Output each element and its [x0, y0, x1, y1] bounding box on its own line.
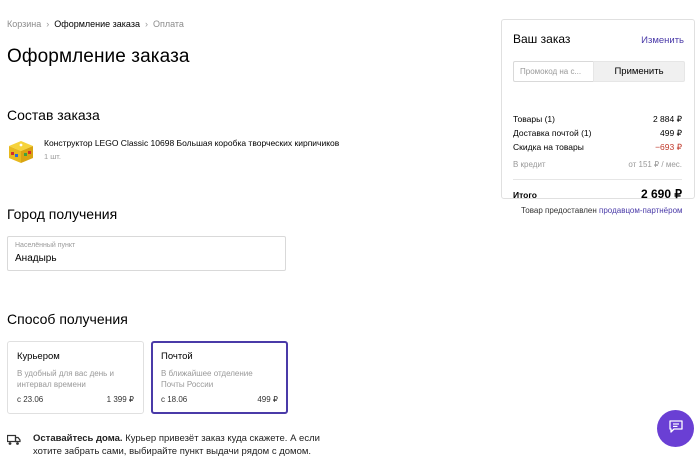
promo-code-input[interactable]	[513, 61, 593, 82]
city-field-label: Населённый пункт	[15, 242, 76, 249]
summary-row-value: 2 884 ₽	[652, 114, 682, 124]
breadcrumb-separator-icon: ›	[46, 19, 50, 29]
apply-promo-button[interactable]: Применить	[593, 61, 685, 82]
breadcrumb: Корзина › Оформление заказа › Оплата	[7, 19, 184, 29]
summary-rows: Товары (1) 2 884 ₽ Доставка почтой (1) 4…	[513, 114, 682, 156]
credit-label: В кредит	[513, 160, 546, 169]
seller-link[interactable]: продавцом-партнёром	[599, 206, 683, 215]
chat-icon	[668, 419, 683, 438]
edit-order-link[interactable]: Изменить	[641, 35, 684, 46]
summary-divider	[513, 179, 682, 180]
breadcrumb-separator-icon: ›	[144, 19, 148, 29]
city-section-title: Город получения	[7, 206, 118, 222]
chat-button[interactable]	[657, 410, 694, 447]
delivery-option-description: В удобный для вас день и интервал времен…	[17, 369, 114, 389]
summary-row-label: Доставка почтой (1)	[513, 128, 592, 138]
summary-row-value: −693 ₽	[655, 142, 682, 152]
delivery-note: Оставайтесь дома. Курьер привезёт заказ …	[6, 432, 327, 458]
summary-row-delivery: Доставка почтой (1) 499 ₽	[513, 128, 682, 142]
delivery-note-bold: Оставайтесь дома.	[33, 433, 123, 444]
summary-row-label: Скидка на товары	[513, 142, 584, 152]
city-field[interactable]: Населённый пункт Анадырь	[7, 236, 286, 271]
product-name[interactable]: Конструктор LEGO Classic 10698 Большая к…	[44, 138, 339, 149]
seller-info: Товар предоставлен продавцом-партнёром	[521, 206, 683, 215]
lego-box-icon	[7, 138, 35, 164]
delivery-option-price: 1 399 ₽	[106, 395, 134, 404]
delivery-option-price: 499 ₽	[257, 395, 278, 404]
delivery-option-date: с 23.06	[17, 395, 44, 404]
delivery-option-date: с 18.06	[161, 395, 188, 404]
delivery-option-description: В ближайшее отделение Почты России	[161, 369, 253, 389]
order-summary: Ваш заказ Изменить Применить Товары (1) …	[501, 19, 695, 201]
summary-row-items: Товары (1) 2 884 ₽	[513, 114, 682, 128]
summary-row-label: Товары (1)	[513, 114, 555, 124]
total-row: Итого 2 690 ₽	[513, 187, 682, 201]
delivery-section-title: Способ получения	[7, 311, 128, 327]
credit-value: от 151 ₽ / мес.	[628, 160, 682, 169]
page-title: Оформление заказа	[7, 46, 190, 67]
delivery-note-text: Оставайтесь дома. Курьер привезёт заказ …	[33, 432, 327, 458]
total-value: 2 690 ₽	[641, 187, 682, 201]
summary-row-value: 499 ₽	[660, 128, 682, 138]
summary-row-discount: Скидка на товары −693 ₽	[513, 142, 682, 156]
product-item[interactable]: Конструктор LEGO Classic 10698 Большая к…	[7, 138, 339, 164]
truck-icon	[6, 433, 21, 445]
delivery-option-post[interactable]: Почтой В ближайшее отделение Почты Росси…	[151, 341, 288, 414]
product-quantity: 1 шт.	[44, 152, 61, 161]
promo-code-group: Применить	[513, 61, 685, 82]
seller-text: Товар предоставлен	[521, 206, 600, 215]
order-section-title: Состав заказа	[7, 107, 100, 123]
total-label: Итого	[513, 190, 537, 200]
delivery-option-title: Почтой	[161, 351, 193, 362]
city-field-value[interactable]: Анадырь	[15, 253, 278, 264]
order-summary-title: Ваш заказ	[513, 32, 571, 46]
credit-row: В кредит от 151 ₽ / мес.	[513, 160, 682, 169]
delivery-option-courier[interactable]: Курьером В удобный для вас день и интерв…	[7, 341, 144, 414]
delivery-option-title: Курьером	[17, 351, 60, 362]
breadcrumb-checkout: Оформление заказа	[54, 19, 140, 29]
breadcrumb-cart[interactable]: Корзина	[7, 19, 41, 29]
breadcrumb-payment: Оплата	[152, 19, 184, 29]
